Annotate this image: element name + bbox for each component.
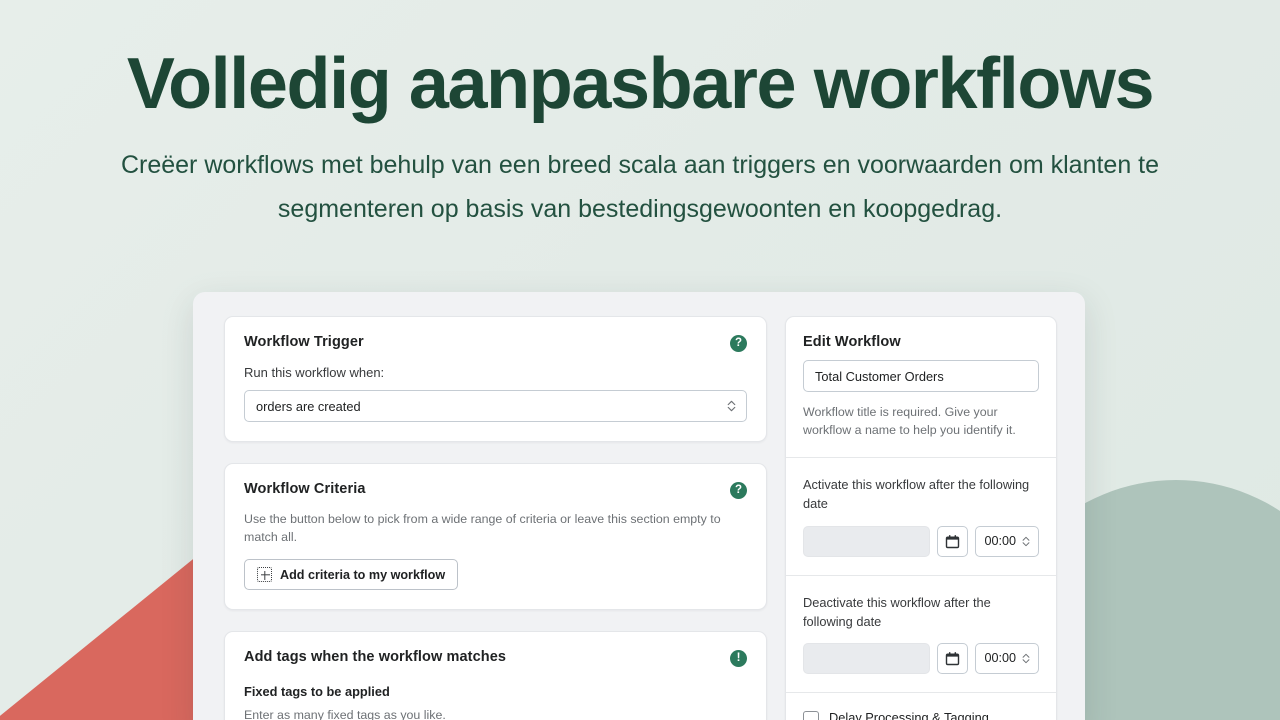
deactivate-date-label: Deactivate this workflow after the follo… bbox=[803, 594, 991, 629]
workflow-title-input[interactable]: Total Customer Orders bbox=[803, 360, 1039, 392]
screenshot-stage: Volledig aanpasbare workflows Creëer wor… bbox=[0, 0, 1280, 720]
workflow-title-help: Workflow title is required. Give your wo… bbox=[803, 405, 1016, 438]
dashed-square-plus-icon bbox=[257, 567, 272, 583]
left-column: Workflow Trigger ? Run this workflow whe… bbox=[224, 316, 767, 720]
edit-workflow-title: Edit Workflow bbox=[803, 334, 901, 350]
activate-date-section: Activate this workflow after the followi… bbox=[786, 457, 1056, 574]
criteria-description: Use the button below to pick from a wide… bbox=[244, 512, 721, 545]
activate-calendar-button[interactable] bbox=[937, 525, 969, 557]
chevron-updown-icon bbox=[1022, 536, 1030, 547]
edit-workflow-section: Edit Workflow Total Customer Orders Work… bbox=[786, 317, 1056, 457]
exclamation-circle-icon[interactable]: ! bbox=[730, 650, 747, 668]
trigger-card-header: Workflow Trigger ? bbox=[244, 334, 747, 352]
delay-processing-checkbox-row[interactable]: Delay Processing & Tagging bbox=[803, 710, 1039, 720]
deactivate-time-value: 00:00 bbox=[984, 651, 1016, 666]
add-tags-card: Add tags when the workflow matches ! Fix… bbox=[224, 631, 767, 720]
criteria-card-header: Workflow Criteria ? bbox=[244, 481, 747, 499]
add-criteria-button[interactable]: Add criteria to my workflow bbox=[244, 559, 459, 591]
add-criteria-button-label: Add criteria to my workflow bbox=[280, 567, 446, 582]
activate-time-stepper[interactable]: 00:00 bbox=[975, 525, 1039, 557]
question-circle-icon[interactable]: ? bbox=[730, 482, 747, 499]
activate-time-value: 00:00 bbox=[984, 534, 1016, 549]
deactivate-calendar-button[interactable] bbox=[937, 642, 969, 674]
trigger-field-label: Run this workflow when: bbox=[244, 365, 385, 380]
calendar-icon bbox=[946, 652, 960, 666]
calendar-icon bbox=[946, 534, 960, 548]
deactivate-date-section: Deactivate this workflow after the follo… bbox=[786, 574, 1056, 692]
chevron-updown-icon bbox=[1022, 653, 1030, 664]
workflow-title-value: Total Customer Orders bbox=[815, 368, 944, 384]
page-title: Volledig aanpasbare workflows bbox=[126, 44, 1155, 124]
delay-processing-section: Delay Processing & Tagging Select this o… bbox=[786, 691, 1056, 720]
tags-card-header: Add tags when the workflow matches ! bbox=[244, 649, 747, 668]
chevron-updown-icon bbox=[727, 400, 736, 412]
workflow-criteria-card: Workflow Criteria ? Use the button below… bbox=[224, 463, 767, 611]
edit-workflow-panel: Edit Workflow Total Customer Orders Work… bbox=[785, 316, 1057, 720]
fixed-tags-note: Enter as many fixed tags as you like. bbox=[244, 708, 446, 720]
deactivate-time-stepper[interactable]: 00:00 bbox=[975, 642, 1039, 674]
fixed-tags-label: Fixed tags to be applied bbox=[244, 684, 390, 700]
hero-section: Volledig aanpasbare workflows Creëer wor… bbox=[0, 46, 1280, 231]
trigger-select[interactable]: orders are created bbox=[244, 390, 747, 422]
question-circle-icon[interactable]: ? bbox=[730, 335, 747, 352]
tags-card-title: Add tags when the workflow matches bbox=[244, 649, 507, 666]
criteria-card-title: Workflow Criteria bbox=[244, 481, 366, 497]
activate-date-input[interactable] bbox=[803, 525, 931, 557]
trigger-select-value: orders are created bbox=[256, 398, 361, 414]
activate-date-label: Activate this workflow after the followi… bbox=[803, 477, 1030, 512]
trigger-card-title: Workflow Trigger bbox=[244, 334, 364, 350]
app-window: Workflow Trigger ? Run this workflow whe… bbox=[193, 292, 1085, 720]
right-column: Edit Workflow Total Customer Orders Work… bbox=[785, 316, 1057, 720]
workflow-trigger-card: Workflow Trigger ? Run this workflow whe… bbox=[224, 316, 767, 442]
deactivate-date-input[interactable] bbox=[803, 642, 931, 674]
delay-processing-label: Delay Processing & Tagging bbox=[829, 709, 989, 720]
delay-processing-checkbox[interactable] bbox=[803, 710, 819, 720]
page-subtitle: Creëer workflows met behulp van een bree… bbox=[120, 151, 1160, 223]
activate-date-row: 00:00 bbox=[803, 525, 1039, 557]
deactivate-date-row: 00:00 bbox=[803, 642, 1039, 674]
